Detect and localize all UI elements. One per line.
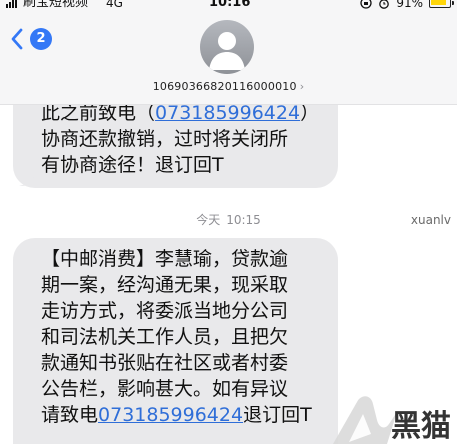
message-bubble-1[interactable]: 此之前致电（073185996424） 协商还款撤销，过时将关闭所 有协商途径！… xyxy=(13,92,338,188)
phone-link-1[interactable]: 073185996424 xyxy=(155,102,300,124)
status-time: 10:16 xyxy=(209,0,251,10)
conversation-header: 刷宝短视频 4G 10:16 91% 2 1069036682011600001… xyxy=(0,0,457,105)
battery-fill xyxy=(431,0,446,5)
status-right: 91% xyxy=(360,0,454,10)
messages-screen: 此之前致电（073185996424） 协商还款撤销，过时将关闭所 有协商途径！… xyxy=(0,0,457,444)
person-silhouette-icon xyxy=(209,32,245,70)
message-1-line-3: 有协商途径！退订回T xyxy=(41,154,224,176)
message-2-line-7: 请致电073185996424退订回T xyxy=(41,404,312,426)
message-2-line-2: 期一案，经沟通无果，现采取 xyxy=(41,274,289,296)
signal-bars-icon xyxy=(6,0,17,8)
battery-percent: 91% xyxy=(396,0,423,10)
watermark-logo-icon: 黑猫 xyxy=(333,396,451,444)
back-button[interactable]: 2 xyxy=(10,28,52,50)
chevron-right-icon: › xyxy=(299,80,305,93)
alarm-icon xyxy=(379,0,390,9)
unread-badge: 2 xyxy=(30,28,52,50)
lock-rotation-icon xyxy=(360,0,372,9)
battery-icon xyxy=(429,0,454,8)
contact-avatar[interactable] xyxy=(200,20,254,74)
message-2-line-5: 款通知书张贴在社区或者村委 xyxy=(41,352,289,374)
message-2-line-3: 走访方式，将委派当地分公司 xyxy=(41,300,289,322)
message-2-line-6: 公告栏，影响甚大。如有异议 xyxy=(41,378,289,400)
timestamp: 今天 10:15 xyxy=(0,211,457,228)
contact-number-button[interactable]: 10690366820116000010 › xyxy=(0,80,457,93)
svg-text:黑猫: 黑猫 xyxy=(391,409,451,444)
phone-link-2[interactable]: 073185996424 xyxy=(98,404,243,426)
chevron-left-icon xyxy=(11,28,23,50)
network-label: 4G xyxy=(106,0,123,10)
message-2-line-4: 和司法机关工作人员，且把欠 xyxy=(41,326,289,348)
timestamp-day: 今天 xyxy=(196,213,221,227)
watermark-text: xuanlv xyxy=(410,213,451,227)
message-bubble-2[interactable]: 【中邮消费】李慧瑜，贷款逾 期一案，经沟通无果，现采取 走访方式，将委派当地分公… xyxy=(13,238,338,444)
bubble-tail-icon xyxy=(19,166,39,186)
status-bar: 刷宝短视频 4G 10:16 91% xyxy=(0,0,457,14)
carrier-label: 刷宝短视频 xyxy=(23,0,89,10)
battery-tip xyxy=(452,1,454,5)
message-2-line-1: 【中邮消费】李慧瑜，贷款逾 xyxy=(41,248,289,270)
message-1-line-2: 协商还款撤销，过时将关闭所 xyxy=(41,128,289,150)
status-left: 刷宝短视频 4G xyxy=(6,0,123,10)
timestamp-time: 10:15 xyxy=(226,213,261,227)
contact-number: 10690366820116000010 xyxy=(152,80,297,93)
